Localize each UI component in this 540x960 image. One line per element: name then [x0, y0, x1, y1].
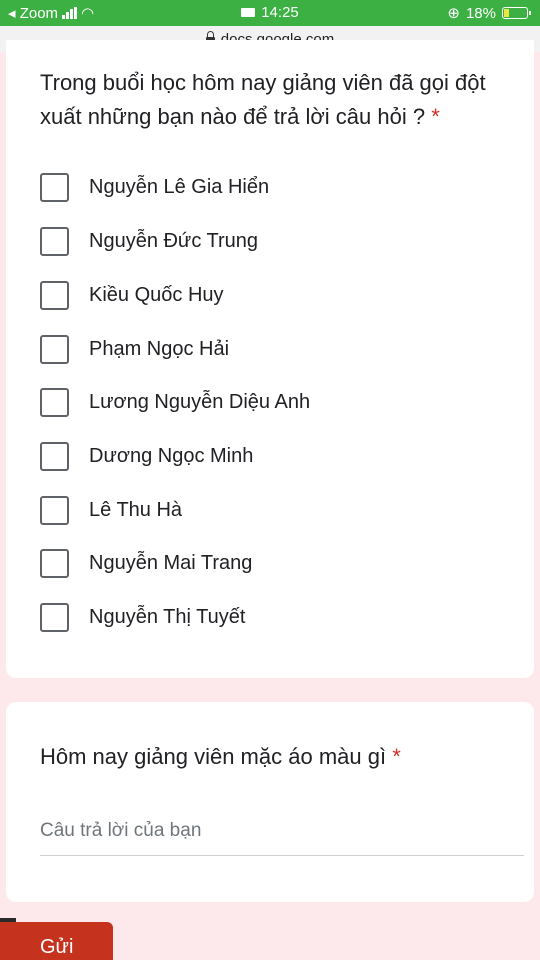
checkbox[interactable]	[40, 441, 69, 471]
submit-button[interactable]: Gửi	[0, 922, 113, 960]
checkbox-option[interactable]: Nguyễn Đức Trung	[40, 225, 258, 257]
checkbox-option[interactable]: Phạm Ngọc Hải	[40, 333, 229, 365]
answer-input[interactable]	[40, 816, 524, 842]
checkbox[interactable]	[40, 548, 69, 578]
status-time: 14:25	[261, 4, 299, 21]
camera-icon	[241, 8, 256, 17]
option-label: Kiều Quốc Huy	[89, 283, 224, 306]
option-label: Lương Nguyễn Diệu Anh	[89, 390, 311, 413]
question-1-title: Trong buổi học hôm nay giảng viên đã gọi…	[40, 66, 520, 134]
answer-field[interactable]	[40, 816, 524, 856]
checkbox[interactable]	[40, 387, 69, 417]
option-label: Dương Ngọc Minh	[89, 444, 254, 467]
required-mark: *	[392, 744, 401, 769]
status-right: ⊕ 18%	[447, 4, 531, 22]
checkbox-option[interactable]: Lê Thu Hà	[40, 494, 182, 526]
checkbox-option[interactable]: Dương Ngọc Minh	[40, 440, 253, 472]
option-label: Lê Thu Hà	[89, 498, 183, 521]
question-2-text: Hôm nay giảng viên mặc áo màu gì	[40, 744, 387, 769]
checkbox[interactable]	[40, 602, 69, 632]
checkbox-option[interactable]: Kiều Quốc Huy	[40, 279, 224, 311]
checkbox[interactable]	[40, 172, 69, 202]
option-label: Nguyễn Lê Gia Hiển	[89, 175, 270, 198]
option-label: Phạm Ngọc Hải	[89, 337, 230, 360]
question-card-2	[6, 702, 534, 902]
checkbox-option[interactable]: Nguyễn Lê Gia Hiển	[40, 171, 269, 203]
rotation-lock-icon: ⊕	[447, 5, 460, 22]
checkbox[interactable]	[40, 280, 69, 310]
checkbox[interactable]	[40, 334, 69, 364]
required-mark: *	[431, 104, 440, 129]
battery-icon	[502, 7, 531, 19]
option-label: Nguyễn Mai Trang	[89, 551, 253, 574]
checkbox[interactable]	[40, 226, 69, 256]
question-2-title: Hôm nay giảng viên mặc áo màu gì *	[40, 740, 520, 774]
option-label: Nguyễn Thị Tuyết	[89, 605, 246, 628]
status-bar: ◂ Zoom ◠ 14:25 ⊕ 18%	[0, 0, 540, 26]
question-1-text: Trong buổi học hôm nay giảng viên đã gọi…	[40, 70, 486, 129]
checkbox-option[interactable]: Nguyễn Mai Trang	[40, 547, 252, 579]
battery-percent: 18%	[465, 4, 496, 22]
checkbox[interactable]	[40, 495, 69, 525]
checkbox-option[interactable]: Nguyễn Thị Tuyết	[40, 601, 245, 633]
option-label: Nguyễn Đức Trung	[89, 229, 259, 252]
checkbox-option[interactable]: Lương Nguyễn Diệu Anh	[40, 386, 310, 418]
